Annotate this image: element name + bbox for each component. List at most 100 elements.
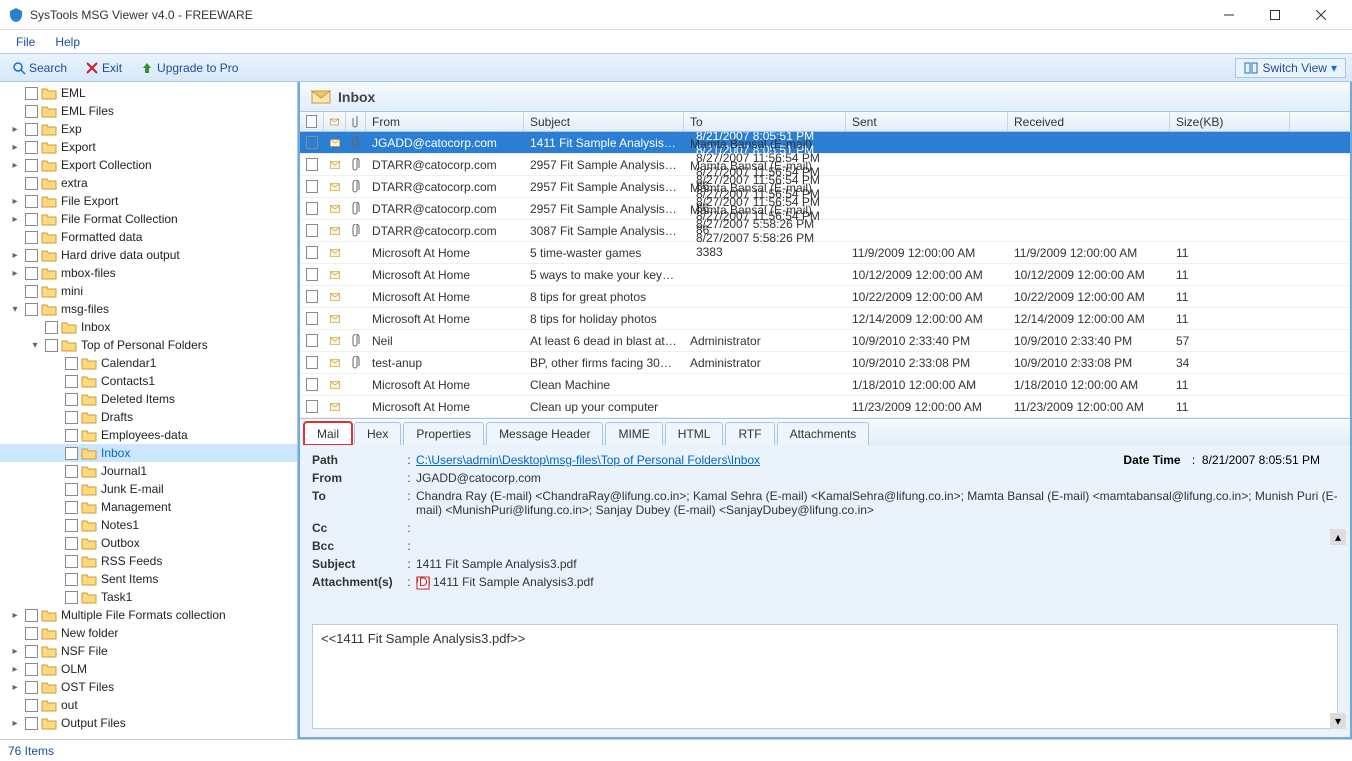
tree-checkbox[interactable] — [65, 501, 78, 514]
tree-caret-icon[interactable]: ▸ — [8, 610, 22, 621]
upgrade-button[interactable]: Upgrade to Pro — [134, 59, 244, 77]
tree-checkbox[interactable] — [45, 321, 58, 334]
tree-checkbox[interactable] — [25, 645, 38, 658]
tree-item[interactable]: ▸Export — [0, 138, 297, 156]
tree-checkbox[interactable] — [65, 555, 78, 568]
tree-item[interactable]: ▸Output Files — [0, 714, 297, 732]
message-row[interactable]: Microsoft At HomeClean Machine1/18/2010 … — [300, 374, 1350, 396]
tree-item[interactable]: EML Files — [0, 102, 297, 120]
message-row[interactable]: Microsoft At Home5 ways to make your key… — [300, 264, 1350, 286]
grid-body[interactable]: JGADD@catocorp.com1411 Fit Sample Analys… — [300, 132, 1350, 418]
tree-item[interactable]: ▸Multiple File Formats collection — [0, 606, 297, 624]
tree-checkbox[interactable] — [25, 609, 38, 622]
tab-hex[interactable]: Hex — [354, 422, 401, 445]
tree-checkbox[interactable] — [25, 717, 38, 730]
tree-checkbox[interactable] — [25, 681, 38, 694]
header-subject[interactable]: Subject — [524, 112, 684, 131]
tree-caret-icon[interactable]: ▸ — [8, 160, 22, 171]
row-checkbox[interactable] — [300, 180, 324, 193]
tree-item[interactable]: ▸mbox-files — [0, 264, 297, 282]
tree-item[interactable]: Deleted Items — [0, 390, 297, 408]
header-from[interactable]: From — [366, 112, 524, 131]
tree-item[interactable]: ▸NSF File — [0, 642, 297, 660]
tree-caret-icon[interactable]: ▸ — [8, 142, 22, 153]
folder-tree[interactable]: EMLEML Files▸Exp▸Export▸Export Collectio… — [0, 82, 298, 739]
message-row[interactable]: test-anupBP, other firms facing 300 la..… — [300, 352, 1350, 374]
message-row[interactable]: Microsoft At Home8 tips for great photos… — [300, 286, 1350, 308]
row-checkbox[interactable] — [300, 378, 324, 391]
row-checkbox[interactable] — [300, 224, 324, 237]
tree-checkbox[interactable] — [25, 627, 38, 640]
tree-item[interactable]: Inbox — [0, 444, 297, 462]
tree-item[interactable]: ▸File Export — [0, 192, 297, 210]
maximize-button[interactable] — [1252, 0, 1298, 30]
tree-item[interactable]: Junk E-mail — [0, 480, 297, 498]
tree-item[interactable]: mini — [0, 282, 297, 300]
tree-caret-icon[interactable]: ▸ — [8, 196, 22, 207]
tree-caret-icon[interactable]: ▸ — [8, 214, 22, 225]
row-checkbox[interactable] — [300, 202, 324, 215]
tree-item[interactable]: Drafts — [0, 408, 297, 426]
tree-checkbox[interactable] — [65, 375, 78, 388]
tree-caret-icon[interactable]: ▾ — [28, 340, 42, 351]
tree-checkbox[interactable] — [25, 123, 38, 136]
exit-button[interactable]: Exit — [79, 59, 128, 77]
row-checkbox[interactable] — [300, 290, 324, 303]
message-row[interactable]: Microsoft At Home8 tips for holiday phot… — [300, 308, 1350, 330]
tree-checkbox[interactable] — [65, 519, 78, 532]
row-checkbox[interactable] — [300, 400, 324, 413]
tree-checkbox[interactable] — [25, 249, 38, 262]
tree-checkbox[interactable] — [65, 411, 78, 424]
tree-item[interactable]: ▸Exp — [0, 120, 297, 138]
tree-checkbox[interactable] — [25, 285, 38, 298]
tree-item[interactable]: Notes1 — [0, 516, 297, 534]
tab-html[interactable]: HTML — [665, 422, 724, 445]
tree-checkbox[interactable] — [25, 303, 38, 316]
tree-checkbox[interactable] — [65, 483, 78, 496]
menu-file[interactable]: File — [6, 33, 45, 51]
row-checkbox[interactable] — [300, 268, 324, 281]
preview-scroll-down[interactable]: ▾ — [1330, 713, 1346, 729]
tree-checkbox[interactable] — [65, 447, 78, 460]
row-checkbox[interactable] — [300, 246, 324, 259]
tree-item[interactable]: EML — [0, 84, 297, 102]
tree-item[interactable]: RSS Feeds — [0, 552, 297, 570]
tree-caret-icon[interactable]: ▾ — [8, 304, 22, 315]
tree-item[interactable]: Journal1 — [0, 462, 297, 480]
tree-checkbox[interactable] — [25, 195, 38, 208]
tree-checkbox[interactable] — [65, 465, 78, 478]
preview-scroll-up[interactable]: ▴ — [1330, 529, 1346, 545]
tree-item[interactable]: ▾msg-files — [0, 300, 297, 318]
tree-checkbox[interactable] — [65, 357, 78, 370]
tree-item[interactable]: out — [0, 696, 297, 714]
row-checkbox[interactable] — [300, 334, 324, 347]
header-received[interactable]: Received — [1008, 112, 1170, 131]
tree-checkbox[interactable] — [25, 267, 38, 280]
tree-item[interactable]: Outbox — [0, 534, 297, 552]
tab-rtf[interactable]: RTF — [725, 422, 774, 445]
tree-item[interactable]: Sent Items — [0, 570, 297, 588]
tree-item[interactable]: Task1 — [0, 588, 297, 606]
message-row[interactable]: NeilAt least 6 dead in blast at C...Admi… — [300, 330, 1350, 352]
message-row[interactable]: Microsoft At HomeClean up your computer1… — [300, 396, 1350, 418]
tree-item[interactable]: Inbox — [0, 318, 297, 336]
header-checkbox[interactable] — [300, 112, 324, 131]
tree-caret-icon[interactable]: ▸ — [8, 268, 22, 279]
tree-checkbox[interactable] — [45, 339, 58, 352]
tree-item[interactable]: ▸OLM — [0, 660, 297, 678]
tree-caret-icon[interactable]: ▸ — [8, 124, 22, 135]
tree-item[interactable]: Calendar1 — [0, 354, 297, 372]
row-checkbox[interactable] — [300, 136, 324, 149]
close-button[interactable] — [1298, 0, 1344, 30]
tab-attachments[interactable]: Attachments — [777, 422, 870, 445]
tree-caret-icon[interactable]: ▸ — [8, 682, 22, 693]
tree-checkbox[interactable] — [25, 213, 38, 226]
tree-caret-icon[interactable]: ▸ — [8, 664, 22, 675]
tree-item[interactable]: extra — [0, 174, 297, 192]
tree-checkbox[interactable] — [25, 105, 38, 118]
tree-checkbox[interactable] — [65, 393, 78, 406]
tree-item[interactable]: Contacts1 — [0, 372, 297, 390]
tab-mail[interactable]: Mail — [304, 422, 352, 445]
tab-properties[interactable]: Properties — [403, 422, 484, 445]
tree-checkbox[interactable] — [65, 537, 78, 550]
